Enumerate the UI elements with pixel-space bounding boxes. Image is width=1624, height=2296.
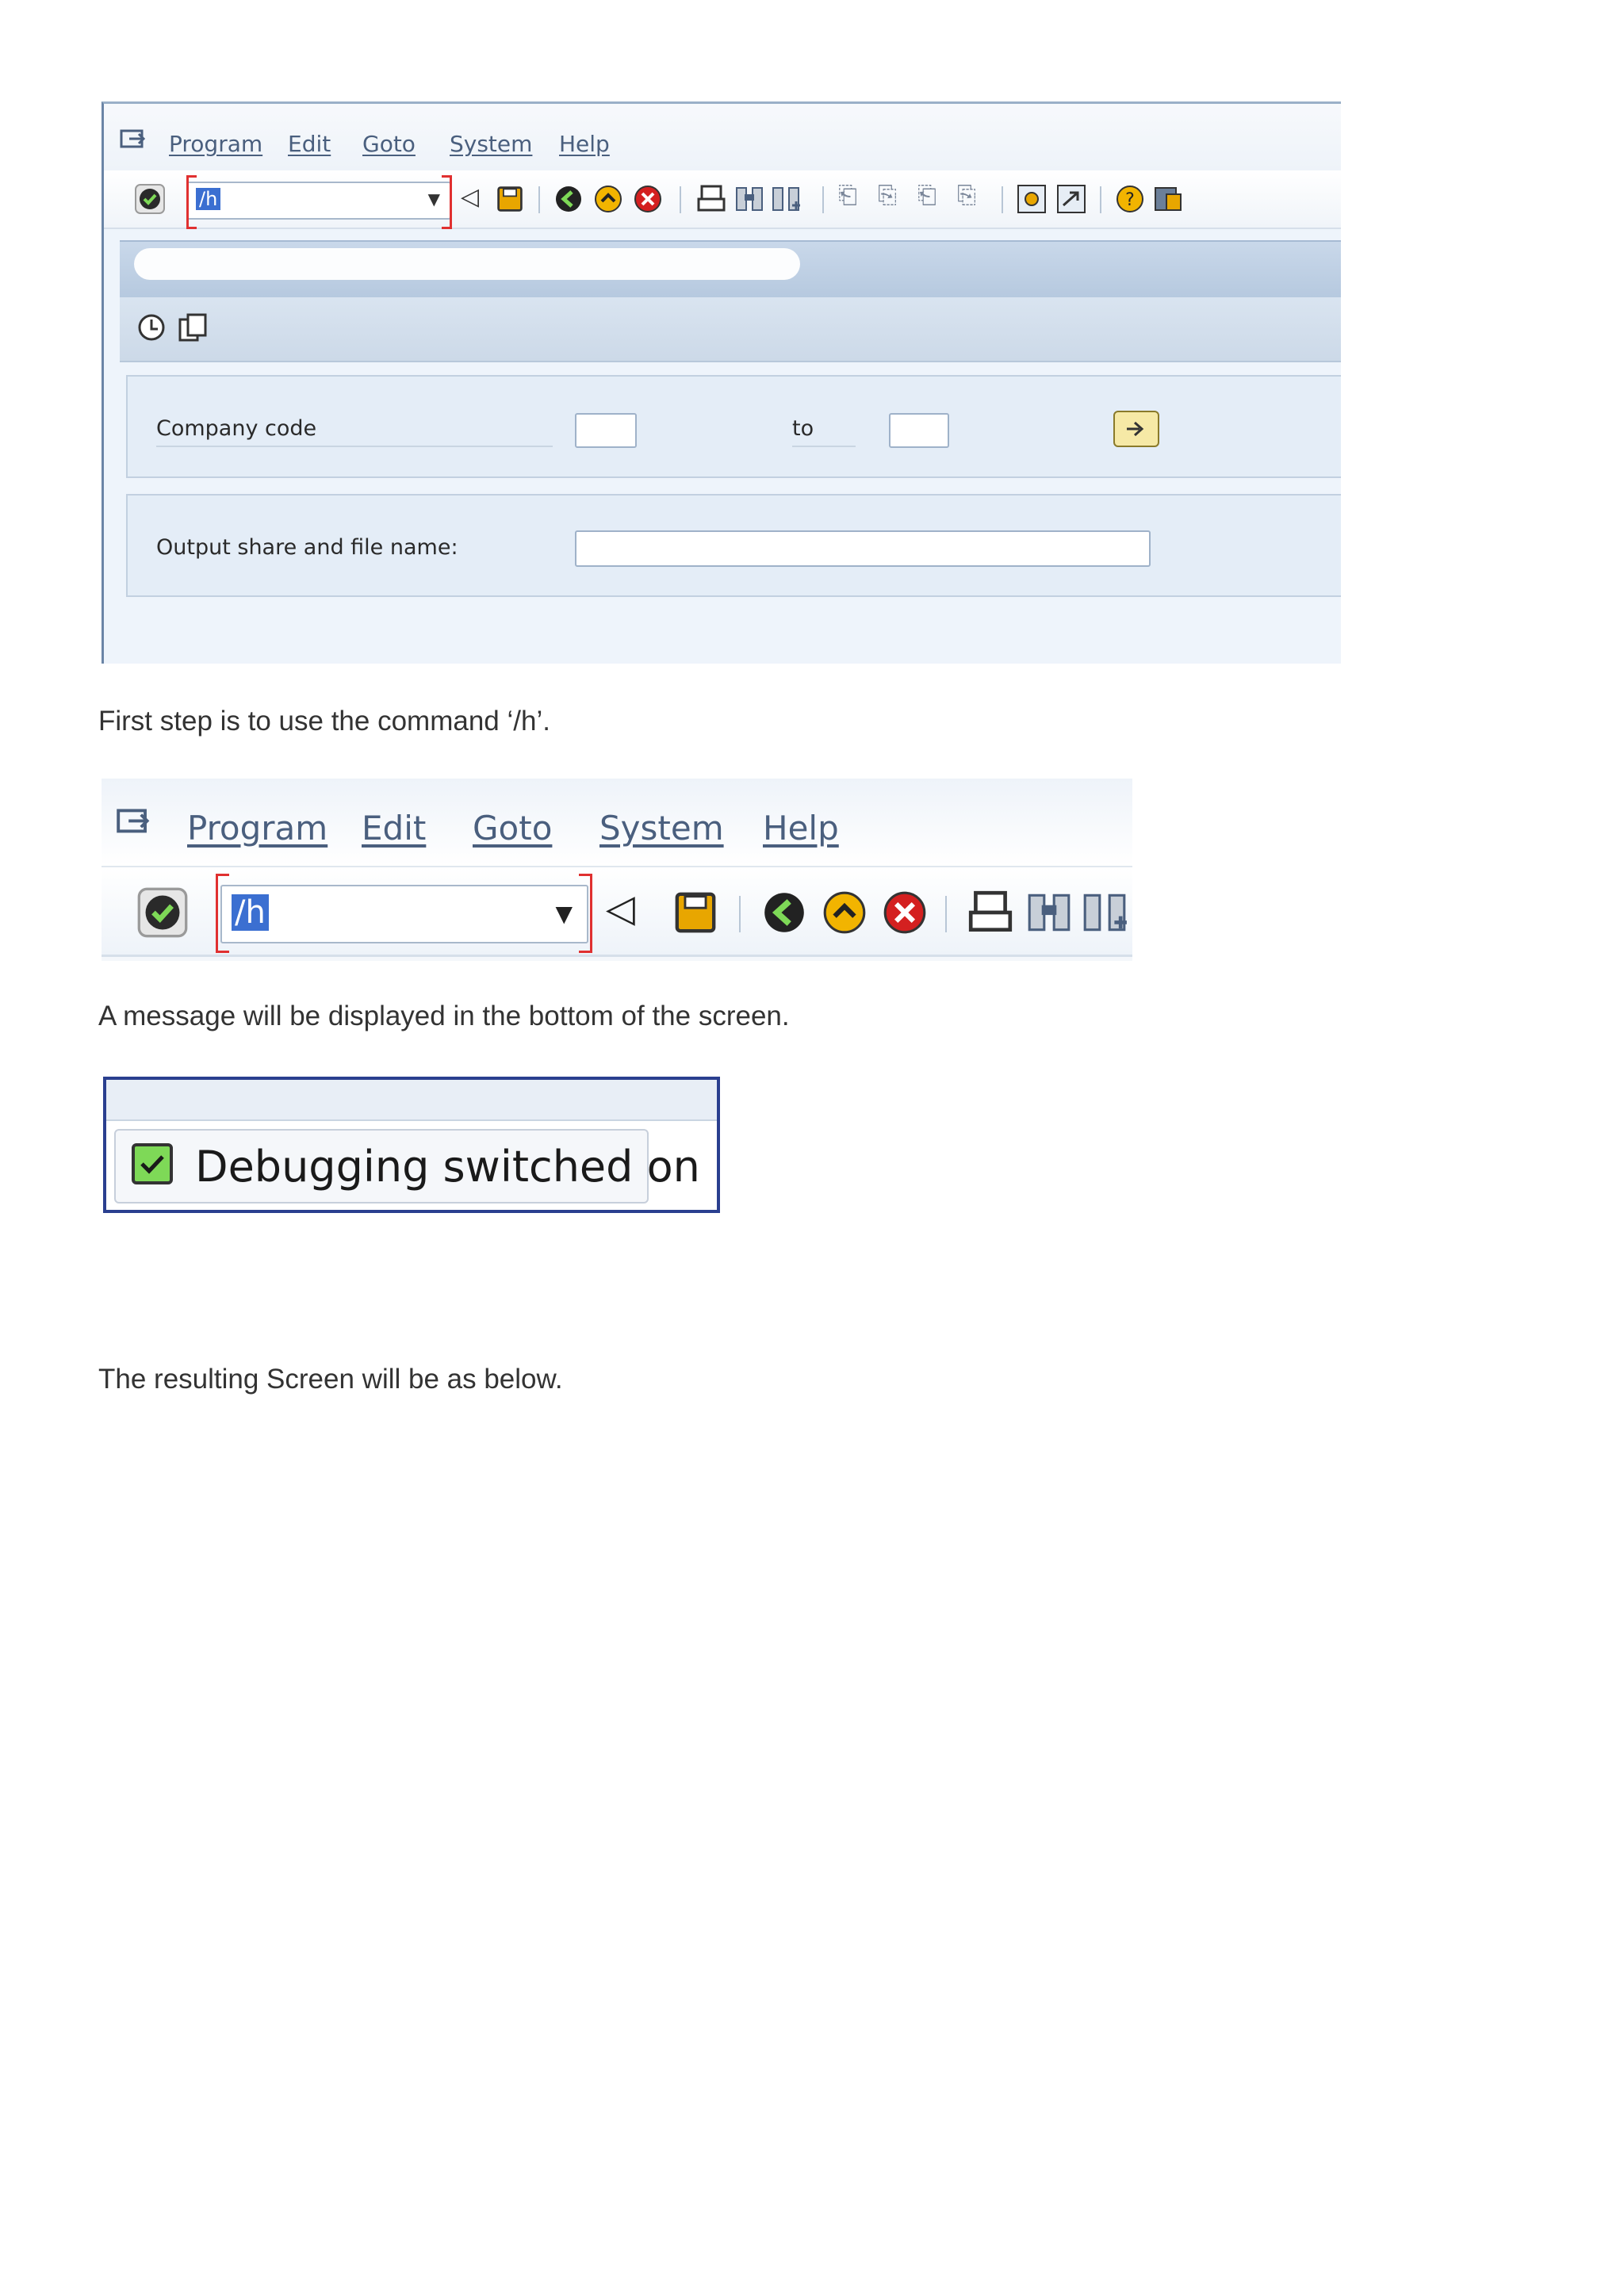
svg-text:?: ? (1125, 190, 1135, 210)
separator (739, 896, 741, 932)
company-code-group: Company code to (126, 375, 1341, 478)
menu-bar: Program Edit Goto System Help (102, 779, 1132, 867)
application-toolbar (120, 297, 1341, 362)
standard-toolbar: /h ▼ ◁ (104, 170, 1341, 229)
menu-bar: Program Edit Goto System Help (104, 104, 1341, 170)
command-field-screenshot: Program Edit Goto System Help /h ▼ ◁ (102, 779, 1132, 961)
save-icon[interactable] (672, 890, 718, 936)
separator (822, 186, 824, 213)
redacted-title (134, 248, 800, 280)
menu-icon[interactable] (118, 124, 150, 156)
company-code-label: Company code (156, 416, 553, 447)
standard-toolbar: /h ▼ ◁ (102, 867, 1132, 957)
first-page-icon[interactable]: ⎗ (838, 182, 857, 209)
menu-help[interactable]: Help (559, 131, 610, 157)
command-field[interactable]: /h ▼ (186, 182, 451, 220)
multiple-selection-icon[interactable] (1113, 410, 1160, 448)
shortcut-icon[interactable] (1055, 183, 1087, 215)
cancel-icon[interactable] (632, 183, 664, 215)
menu-program[interactable]: Program (187, 809, 327, 848)
menu-goto[interactable]: Goto (362, 131, 416, 157)
next-page-icon[interactable]: ⎗ (917, 182, 936, 209)
menu-system[interactable]: System (450, 131, 532, 157)
command-field[interactable]: /h ▼ (220, 885, 588, 943)
last-page-icon[interactable]: ⎘ (957, 182, 976, 209)
title-bar (120, 240, 1341, 297)
find-icon[interactable] (1025, 888, 1074, 937)
enter-icon[interactable] (136, 886, 189, 939)
menu-program[interactable]: Program (169, 131, 262, 157)
status-message-text: Debugging switched on (195, 1142, 700, 1192)
menu-goto[interactable]: Goto (473, 809, 552, 848)
print-icon[interactable] (966, 888, 1015, 937)
menu-help[interactable]: Help (763, 809, 839, 848)
menu-edit[interactable]: Edit (362, 809, 426, 848)
customize-icon[interactable] (1152, 183, 1184, 215)
separator (1002, 186, 1003, 213)
paragraph-result: The resulting Screen will be as below. (98, 1364, 563, 1395)
new-session-icon[interactable] (1016, 183, 1048, 215)
output-file-input[interactable] (575, 530, 1151, 567)
output-file-label: Output share and file name: (156, 535, 458, 560)
print-icon[interactable] (695, 183, 727, 215)
separator (945, 896, 947, 932)
find-next-icon[interactable] (1080, 888, 1129, 937)
cancel-icon[interactable] (880, 888, 929, 937)
find-next-icon[interactable] (770, 183, 802, 215)
execute-icon[interactable] (136, 312, 167, 343)
command-highlight-right (442, 175, 452, 229)
command-highlight-right (579, 874, 592, 953)
status-bar-message: Debugging switched on (114, 1129, 700, 1203)
status-bar-screenshot: Debugging switched on (103, 1077, 720, 1213)
sap-screen-screenshot: Program Edit Goto System Help /h ▼ ◁ ⎗ ⎘… (102, 101, 1341, 664)
command-highlight-left (216, 874, 229, 953)
previous-page-icon[interactable]: ⎘ (878, 182, 897, 209)
separator (1100, 186, 1101, 213)
back-triangle-icon[interactable]: ◁ (606, 886, 635, 931)
dropdown-icon[interactable]: ▼ (555, 901, 573, 927)
back-icon[interactable] (760, 888, 809, 937)
status-bar-top (106, 1080, 717, 1121)
enter-icon[interactable] (134, 183, 166, 215)
dropdown-icon[interactable]: ▼ (428, 189, 440, 209)
menu-edit[interactable]: Edit (288, 131, 331, 157)
command-highlight-left (186, 175, 197, 229)
paragraph-message: A message will be displayed in the botto… (98, 1001, 790, 1031)
exit-icon[interactable] (820, 888, 869, 937)
find-icon[interactable] (733, 183, 765, 215)
command-field-value: /h (232, 894, 269, 931)
separator (680, 186, 681, 213)
checkbox-icon (132, 1143, 173, 1184)
help-icon[interactable]: ? (1114, 183, 1146, 215)
command-field-value: /h (196, 188, 221, 210)
output-group: Output share and file name: (126, 494, 1341, 597)
company-code-from-input[interactable] (575, 413, 637, 448)
back-triangle-icon[interactable]: ◁ (461, 183, 479, 211)
menu-system[interactable]: System (599, 809, 724, 848)
back-icon[interactable] (553, 183, 584, 215)
menu-icon[interactable] (113, 802, 157, 844)
variant-icon[interactable] (177, 312, 209, 343)
company-code-to-input[interactable] (889, 413, 949, 448)
exit-icon[interactable] (592, 183, 624, 215)
to-label: to (792, 416, 856, 447)
save-icon[interactable] (496, 185, 524, 213)
separator (538, 186, 540, 213)
paragraph-first-step: First step is to use the command ‘/h’. (98, 706, 550, 737)
